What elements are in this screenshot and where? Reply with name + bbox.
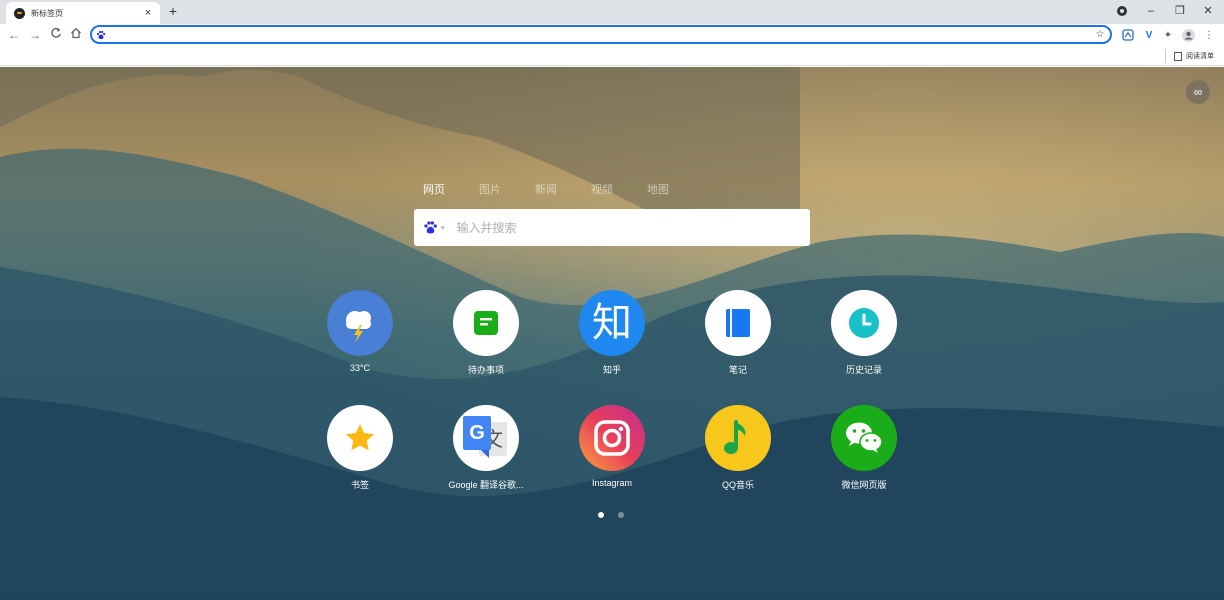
tab-maps[interactable]: 地图 — [647, 181, 669, 197]
pagination-dots — [598, 512, 624, 518]
reading-list-label: 阅读清单 — [1186, 53, 1214, 60]
extensions-puzzle-icon[interactable]: ✦ — [1161, 28, 1175, 42]
search-input[interactable] — [456, 220, 777, 235]
tile-label: 待办事项 — [467, 365, 504, 375]
tile-todo[interactable]: 待办事项 — [426, 290, 546, 382]
tile-notes[interactable]: 笔记 — [678, 290, 798, 382]
settings-toggle-button[interactable]: ∞ — [1186, 80, 1210, 104]
tile-weather[interactable]: 33°C — [300, 290, 420, 382]
tile-zhihu[interactable]: 知 知乎 — [552, 290, 672, 382]
tab-new-tab[interactable]: 新标签页 × — [6, 2, 160, 24]
browser-menu-icon[interactable]: ⋮ — [1202, 28, 1216, 42]
reload-button[interactable] — [48, 27, 64, 43]
history-icon — [831, 290, 897, 356]
google-translate-icon: 文 G — [453, 405, 519, 471]
tile-label: 知乎 — [602, 365, 621, 375]
qq-music-icon — [705, 405, 771, 471]
wechat-icon — [831, 405, 897, 471]
tile-history[interactable]: 历史记录 — [804, 290, 924, 382]
tab-images[interactable]: 图片 — [479, 181, 501, 197]
tile-qq-music[interactable]: QQ音乐 — [678, 405, 798, 497]
tab-news[interactable]: 新闻 — [535, 181, 557, 197]
tile-label: 历史记录 — [845, 365, 882, 375]
page-dot-1[interactable] — [598, 512, 604, 518]
search-engine-baidu-icon[interactable] — [423, 220, 438, 235]
weather-icon — [327, 290, 393, 356]
translate-g-glyph: G — [463, 416, 491, 450]
address-bar[interactable]: ☆ — [90, 25, 1112, 44]
reading-list-icon — [1174, 51, 1182, 61]
tile-label: QQ音乐 — [721, 480, 754, 490]
zhihu-icon: 知 — [579, 290, 645, 356]
instagram-icon — [579, 405, 645, 471]
tile-bookmarks[interactable]: 书签 — [300, 405, 420, 497]
search-category-tabs: 网页 图片 新闻 视频 地图 — [423, 181, 669, 197]
tile-label: 笔记 — [728, 365, 747, 375]
forward-button[interactable]: → — [27, 27, 43, 43]
baidu-paw-icon — [96, 30, 106, 39]
search-box[interactable]: ▾ — [414, 209, 810, 246]
todo-icon — [453, 290, 519, 356]
tile-label: 微信网页版 — [841, 480, 887, 490]
browser-toolbar: ← → ☆ V ✦ ⋮ — [0, 24, 1224, 46]
close-window-button[interactable]: ✕ — [1199, 3, 1217, 19]
account-avatar-icon[interactable] — [1181, 28, 1195, 42]
tile-wechat[interactable]: 微信网页版 — [804, 405, 924, 497]
bookmark-bar: 阅读清单 — [0, 46, 1224, 66]
tile-label: Instagram — [591, 478, 633, 488]
tab-web[interactable]: 网页 — [423, 181, 445, 197]
tab-strip: 新标签页 × + – ❐ ✕ — [0, 0, 1224, 24]
zhihu-glyph: 知 — [592, 300, 632, 346]
notes-icon — [705, 290, 771, 356]
home-icon — [71, 27, 81, 39]
reading-list-button[interactable]: 阅读清单 — [1165, 49, 1214, 63]
tile-label: 33°C — [349, 363, 371, 373]
tab-video[interactable]: 视频 — [591, 181, 613, 197]
bookmark-star-icon[interactable]: ☆ — [1094, 29, 1106, 40]
reload-icon — [51, 27, 61, 38]
page-dot-2[interactable] — [618, 512, 624, 518]
tab-title: 新标签页 — [31, 8, 63, 18]
tile-label: Google 翻译谷歌... — [448, 480, 524, 490]
bookmark-star-icon — [327, 405, 393, 471]
new-tab-page: ∞ 网页 图片 新闻 视频 地图 ▾ 33°C — [0, 67, 1224, 600]
engine-dropdown-caret-icon[interactable]: ▾ — [441, 224, 445, 232]
tab-favicon-icon — [14, 7, 25, 19]
address-input[interactable] — [110, 27, 1094, 42]
home-button[interactable] — [68, 27, 84, 43]
restore-button[interactable]: ❐ — [1171, 3, 1189, 19]
tab-close-icon[interactable]: × — [142, 7, 154, 19]
tile-google-translate[interactable]: 文 G Google 翻译谷歌... — [426, 405, 546, 497]
tile-instagram[interactable]: Instagram — [552, 405, 672, 497]
new-tab-button[interactable]: + — [166, 4, 180, 18]
tile-label: 书签 — [350, 480, 369, 490]
profile-icon[interactable] — [1117, 6, 1127, 16]
v-extension-icon[interactable]: V — [1142, 28, 1156, 42]
minimize-button[interactable]: – — [1142, 3, 1160, 19]
screenshot-extension-icon[interactable] — [1121, 28, 1135, 42]
back-button[interactable]: ← — [6, 27, 22, 43]
